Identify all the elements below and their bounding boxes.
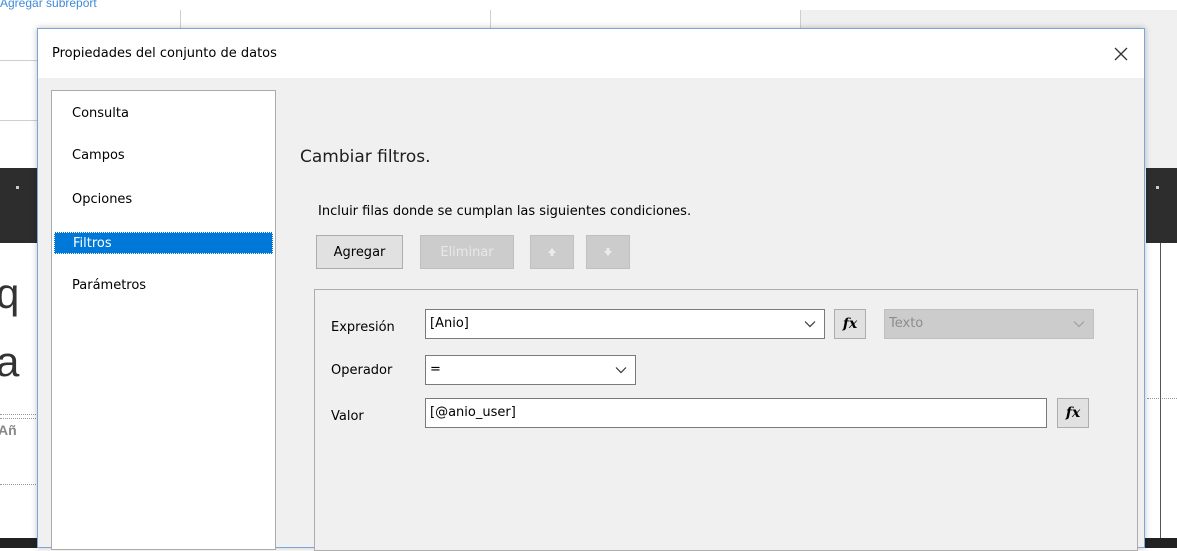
nav-item-filtros[interactable]: Filtros [54,232,273,254]
background-dotted-line [0,484,36,485]
expression-fx-button[interactable]: fx [834,309,866,339]
nav-item-parametros[interactable]: Parámetros [54,275,273,297]
function-icon: fx [1065,405,1081,421]
operator-value: = [430,362,441,377]
background-dotted-line [0,418,36,419]
delete-button[interactable]: Eliminar [420,235,514,269]
value-text: [@anio_user] [430,405,516,420]
dialog-titlebar: Propiedades del conjunto de datos [38,29,1144,78]
background-text-q: q [0,270,20,317]
chevron-down-icon [804,310,816,338]
dataset-properties-dialog: Propiedades del conjunto de datos Consul… [37,28,1145,551]
move-up-button[interactable] [530,235,574,269]
background-divider [490,10,491,30]
value-label: Valor [331,409,364,424]
value-fx-button[interactable]: fx [1057,398,1089,428]
background-divider [0,120,38,121]
background-column-header: Añ [0,422,17,438]
value-input[interactable]: [@anio_user] [425,398,1047,428]
nav-item-campos[interactable]: Campos [54,145,273,167]
type-combobox[interactable]: Texto [884,309,1094,339]
function-icon: fx [842,316,858,332]
section-title: Cambiar filtros. [300,147,431,167]
background-ruler-mark [1156,186,1159,189]
type-value: Texto [889,316,924,331]
chevron-down-icon [615,356,627,384]
nav-list: Consulta Campos Opciones Filtros Parámet… [51,90,276,550]
background-divider [0,60,38,61]
background-dotted-line [0,414,36,415]
expression-value: [Anio] [430,316,469,331]
background-top-text: Agregar subreport [0,0,97,10]
close-icon [1114,47,1128,60]
add-button[interactable]: Agregar [316,235,403,269]
background-ruler [0,168,38,243]
dialog-title: Propiedades del conjunto de datos [52,46,277,61]
chevron-down-icon [1073,310,1085,338]
background-divider [180,10,181,30]
background-ruler [1146,168,1177,243]
nav-item-consulta[interactable]: Consulta [54,103,273,125]
arrow-down-icon [604,248,612,256]
background-text-a: a [0,338,20,385]
move-down-button[interactable] [586,235,630,269]
operator-label: Operador [331,363,393,378]
filter-editor-panel: Expresión [Anio] fx Texto Operador = Val… [314,289,1138,551]
instruction-text: Incluir filas donde se cumplan las sigui… [318,204,692,219]
expression-label: Expresión [331,320,395,335]
expression-combobox[interactable]: [Anio] [425,309,825,339]
close-button[interactable] [1098,29,1144,78]
background-border [1160,243,1161,543]
background-ruler-mark [16,186,19,189]
operator-combobox[interactable]: = [425,355,636,385]
background-divider [800,10,801,30]
nav-item-opciones[interactable]: Opciones [54,189,273,211]
background-top-bar [0,0,1177,10]
arrow-up-icon [548,248,556,256]
background-dotted-line [1147,398,1177,399]
